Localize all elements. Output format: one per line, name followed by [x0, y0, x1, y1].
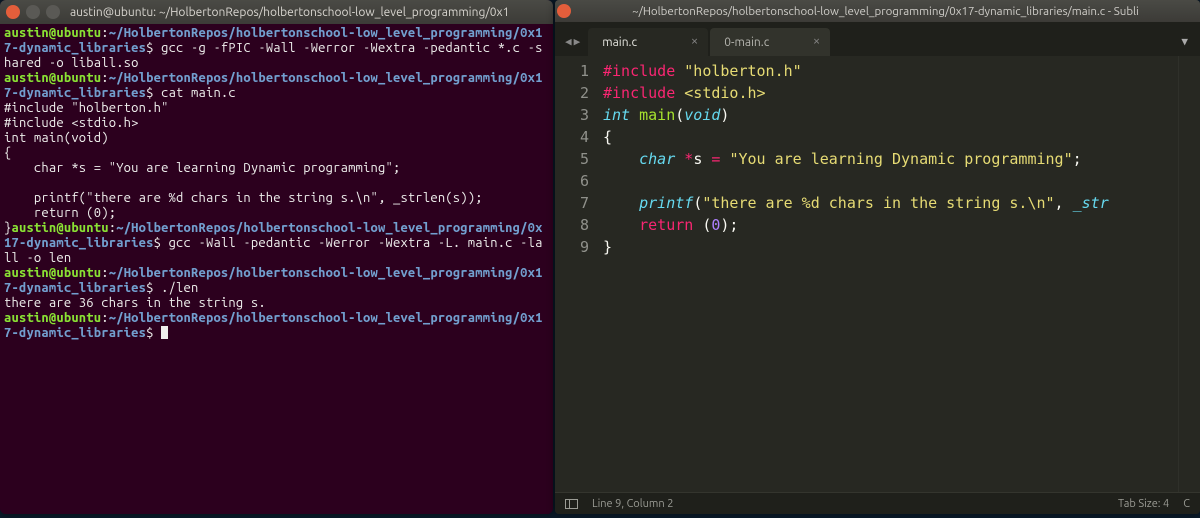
command-line: cat main.c [161, 86, 236, 100]
side-panel-icon[interactable] [565, 499, 578, 509]
status-bar: Line 9, Column 2 Tab Size: 4 C [555, 492, 1200, 514]
chevron-right-icon[interactable]: ▶ [574, 35, 581, 48]
status-position[interactable]: Line 9, Column 2 [592, 498, 673, 510]
tab-main-c[interactable]: main.c × [588, 28, 708, 56]
terminal-titlebar[interactable]: austin@ubuntu: ~/HolbertonRepos/holberto… [0, 0, 553, 24]
tab-history-nav[interactable]: ◀ ▶ [561, 35, 588, 56]
terminal-window: austin@ubuntu: ~/HolbertonRepos/holberto… [0, 0, 553, 514]
status-language[interactable]: C [1183, 498, 1190, 510]
tab-bar: ◀ ▶ main.c × 0-main.c × ▼ [555, 22, 1200, 56]
close-icon[interactable]: × [813, 35, 820, 48]
close-icon[interactable] [557, 4, 571, 18]
command-line: ./len [161, 281, 198, 295]
prompt-user: austin@ubuntu [4, 26, 101, 40]
minimap[interactable] [1178, 56, 1200, 492]
sublime-window: ~/HolbertonRepos/holbertonschool-low_lev… [555, 0, 1200, 514]
line-gutter: 1 2 3 4 5 6 7 8 9 [555, 56, 599, 492]
sublime-titlebar[interactable]: ~/HolbertonRepos/holbertonschool-low_lev… [555, 0, 1200, 22]
close-icon[interactable] [6, 5, 20, 19]
terminal-title: austin@ubuntu: ~/HolbertonRepos/holberto… [70, 6, 509, 19]
tab-0-main-c[interactable]: 0-main.c × [710, 28, 830, 56]
terminal-body[interactable]: austin@ubuntu:~/HolbertonRepos/holberton… [0, 24, 553, 514]
status-tab-size[interactable]: Tab Size: 4 [1118, 498, 1169, 510]
tab-overflow-menu[interactable]: ▼ [1181, 35, 1200, 56]
tab-label: 0-main.c [724, 36, 769, 49]
run-output: there are 36 chars in the string s. [4, 296, 266, 310]
maximize-icon[interactable] [46, 5, 60, 19]
cat-output: #include "holberton.h" [4, 101, 169, 115]
minimize-icon[interactable] [26, 5, 40, 19]
close-icon[interactable]: × [691, 35, 698, 48]
chevron-left-icon[interactable]: ◀ [565, 35, 572, 48]
sublime-title: ~/HolbertonRepos/holbertonschool-low_lev… [632, 5, 1139, 18]
code-content[interactable]: #include "holberton.h" #include <stdio.h… [599, 56, 1178, 492]
terminal-cursor [161, 326, 168, 339]
editor-area[interactable]: 1 2 3 4 5 6 7 8 9 #include "holberton.h"… [555, 56, 1200, 492]
tab-label: main.c [602, 36, 637, 49]
